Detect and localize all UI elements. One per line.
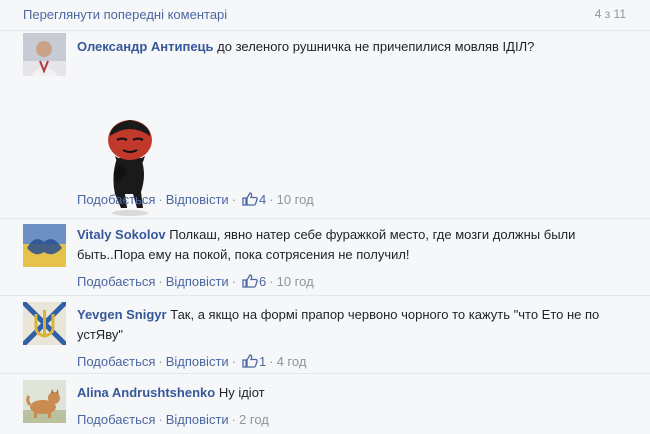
comment-message: до зеленого рушничка не причепилися мовл… xyxy=(217,39,535,54)
comment-item: Alina Andrushtshenko Ну ідіот Подобаєтьс… xyxy=(0,373,650,434)
flag-emblem-icon xyxy=(23,224,66,267)
comment-item: Vitaly Sokolov Полкаш, явно натер себе ф… xyxy=(0,218,650,296)
comment-text: Vitaly Sokolov Полкаш, явно натер себе ф… xyxy=(77,225,630,265)
separator: · xyxy=(269,192,274,207)
comments-count: 4 з 11 xyxy=(594,7,626,21)
comment-message: Ну ідіот xyxy=(218,385,265,400)
separator: · xyxy=(231,192,237,207)
like-link[interactable]: Подобається xyxy=(77,274,155,289)
comment-actions: Подобається · Відповісти · 6 · 10 год xyxy=(77,274,314,289)
avatar[interactable] xyxy=(23,224,66,267)
trident-emblem-icon xyxy=(23,302,66,345)
separator: · xyxy=(231,274,237,289)
comment-actions: Подобається · Відповісти · 2 год xyxy=(77,412,269,427)
comment-author[interactable]: Олександр Антипець xyxy=(77,39,214,54)
avatar[interactable] xyxy=(23,380,66,423)
separator: · xyxy=(158,412,163,427)
comment-time[interactable]: 10 год xyxy=(277,192,314,207)
avatar[interactable] xyxy=(23,33,66,76)
comment-actions: Подобається · Відповісти · 1 · 4 год xyxy=(77,354,306,369)
separator: · xyxy=(269,354,274,369)
comment-time[interactable]: 10 год xyxy=(277,274,314,289)
comment-author[interactable]: Vitaly Sokolov xyxy=(77,227,166,242)
separator: · xyxy=(231,354,237,369)
comment-item: Олександр Антипець до зеленого рушничка … xyxy=(0,30,650,218)
separator: · xyxy=(158,192,163,207)
reply-link[interactable]: Відповісти xyxy=(166,192,229,207)
reply-link[interactable]: Відповісти xyxy=(166,354,229,369)
person-photo-icon xyxy=(23,33,66,76)
view-previous-comments-link[interactable]: Переглянути попередні коментарі xyxy=(23,7,227,22)
comment-text: Alina Andrushtshenko Ну ідіот xyxy=(77,383,630,403)
like-link[interactable]: Подобається xyxy=(77,192,155,207)
comment-author[interactable]: Alina Andrushtshenko xyxy=(77,385,215,400)
like-count[interactable]: 6 xyxy=(259,274,266,289)
separator: · xyxy=(269,274,274,289)
thumbs-up-icon[interactable] xyxy=(242,192,258,206)
like-count[interactable]: 1 xyxy=(259,354,266,369)
comment-time[interactable]: 2 год xyxy=(239,412,269,427)
comment-author[interactable]: Yevgen Snigyr xyxy=(77,307,167,322)
comment-text: Yevgen Snigyr Так, а якщо на формі прапо… xyxy=(77,305,630,345)
dog-photo-icon xyxy=(23,380,66,423)
separator: · xyxy=(158,354,163,369)
comments-pager: Переглянути попередні коментарі 4 з 11 xyxy=(0,0,650,31)
like-link[interactable]: Подобається xyxy=(77,354,155,369)
avatar[interactable] xyxy=(23,302,66,345)
reply-link[interactable]: Відповісти xyxy=(166,412,229,427)
comment-item: Yevgen Snigyr Так, а якщо на формі прапо… xyxy=(0,295,650,374)
reply-link[interactable]: Відповісти xyxy=(166,274,229,289)
like-link[interactable]: Подобається xyxy=(77,412,155,427)
like-count[interactable]: 4 xyxy=(259,192,266,207)
thumbs-up-icon[interactable] xyxy=(242,354,258,368)
thumbs-up-icon[interactable] xyxy=(242,274,258,288)
separator: · xyxy=(158,274,163,289)
separator: · xyxy=(231,412,237,427)
comment-time[interactable]: 4 год xyxy=(277,354,307,369)
comment-text: Олександр Антипець до зеленого рушничка … xyxy=(77,37,630,57)
comment-actions: Подобається · Відповісти · 4 · 10 год xyxy=(77,192,314,207)
